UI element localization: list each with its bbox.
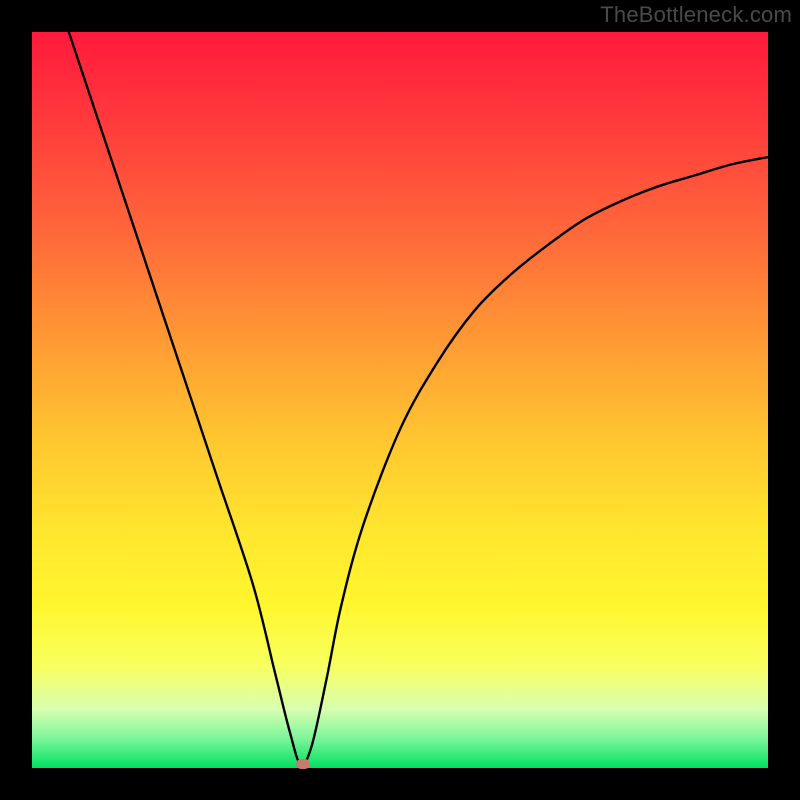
bottleneck-curve (32, 32, 768, 768)
plot-area (32, 32, 768, 768)
chart-frame: TheBottleneck.com (0, 0, 800, 800)
attribution-text: TheBottleneck.com (600, 2, 792, 28)
optimal-point-marker (296, 759, 310, 769)
